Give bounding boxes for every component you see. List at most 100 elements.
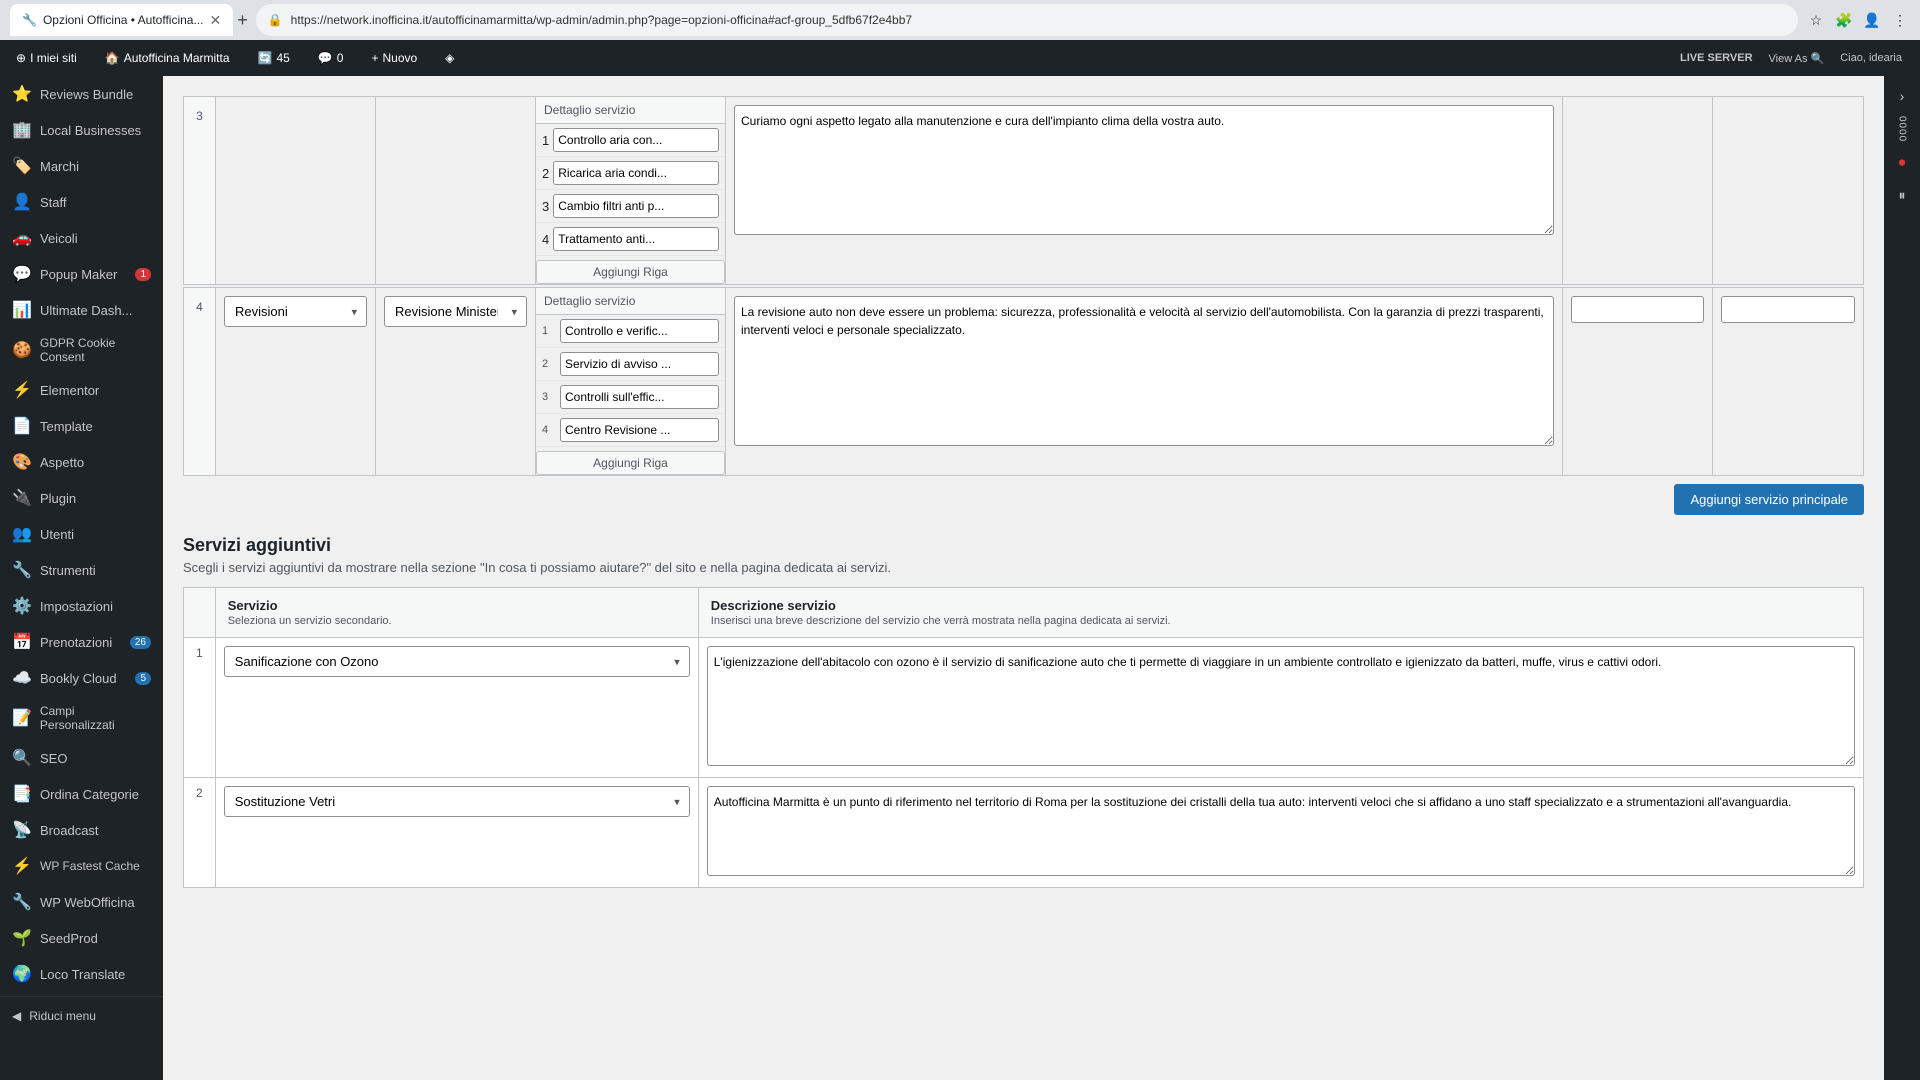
seo-icon: 🔍 — [12, 748, 32, 768]
marchi-icon: 🏷️ — [12, 156, 32, 176]
dettaglio-input-4-2[interactable] — [560, 352, 719, 376]
row2-descrizione-cell: Autofficina Marmitta è un punto di rifer… — [698, 778, 1863, 888]
ultimate-dash-icon: 📊 — [12, 300, 32, 320]
section4-row: 4 Revisioni Revisione Ministeriale — [183, 287, 1864, 476]
right-panel-record-button[interactable]: ⏺ — [1895, 150, 1910, 175]
wp-admin-bar: ⊕ I miei siti 🏠 Autofficina Marmitta 🔄 4… — [0, 40, 1920, 76]
sidebar-item-impostazioni[interactable]: ⚙️ Impostazioni — [0, 588, 163, 624]
sidebar-item-reviews-bundle[interactable]: ⭐ Reviews Bundle — [0, 76, 163, 112]
sidebar-item-local-businesses[interactable]: 🏢 Local Businesses — [0, 112, 163, 148]
right-panel: › 0000 ⏺ ⏸ — [1884, 76, 1920, 1080]
descrizione-textarea-3[interactable]: Curiamo ogni aspetto legato alla manuten… — [734, 105, 1554, 235]
servizi-aggiuntivi-desc: Scegli i servizi aggiuntivi da mostrare … — [183, 560, 1864, 575]
new-content-menu[interactable]: + Nuovo — [365, 40, 423, 76]
aggiungi-riga-3[interactable]: Aggiungi Riga — [536, 260, 725, 284]
row4-text-input-2[interactable] — [1721, 296, 1855, 323]
row4-text-input-1[interactable] — [1571, 296, 1704, 323]
row1-descrizione-textarea[interactable]: L'igienizzazione dell'abitacolo con ozon… — [707, 646, 1855, 766]
sidebar-label: Ultimate Dash... — [40, 303, 132, 318]
sidebar-item-wp-web-officina[interactable]: 🔧 WP WebOfficina — [0, 884, 163, 920]
right-panel-arrow-button[interactable]: › — [1896, 84, 1909, 108]
sidebar-item-popup-maker[interactable]: 💬 Popup Maker 1 — [0, 256, 163, 292]
right-panel-pause-button[interactable]: ⏸ — [1895, 183, 1910, 208]
sidebar-item-loco-translate[interactable]: 🌍 Loco Translate — [0, 956, 163, 992]
bookmarks-icon[interactable]: ☆ — [1806, 10, 1826, 30]
th-servizio-label: Servizio — [228, 598, 686, 613]
sidebar-item-veicoli[interactable]: 🚗 Veicoli — [0, 220, 163, 256]
dettaglio-input-4-1[interactable] — [560, 319, 719, 343]
dettaglio-input-3-2[interactable] — [553, 161, 719, 185]
sidebar-collapse-button[interactable]: ◀ Riduci menu — [0, 1001, 163, 1031]
extensions-icon[interactable]: 🧩 — [1834, 10, 1854, 30]
sidebar-label: Reviews Bundle — [40, 87, 133, 102]
sidebar-item-seo[interactable]: 🔍 SEO — [0, 740, 163, 776]
dettaglio-input-3-4[interactable] — [553, 227, 719, 251]
right-panel-dots: 0000 — [1897, 116, 1908, 142]
sidebar-label: Veicoli — [40, 231, 78, 246]
sidebar-item-gdpr[interactable]: 🍪 GDPR Cookie Consent — [0, 328, 163, 372]
row3-content: Dettaglio servizio 1 2 3 4 — [215, 96, 1864, 285]
template-icon: 📄 — [12, 416, 32, 436]
sidebar-item-aspetto[interactable]: 🎨 Aspetto — [0, 444, 163, 480]
row2-descrizione-textarea[interactable]: Autofficina Marmitta è un punto di rifer… — [707, 786, 1855, 876]
site-name-menu[interactable]: 🏠 Autofficina Marmitta — [99, 40, 236, 76]
sottocategoria-select[interactable]: Revisione Ministeriale — [384, 296, 527, 327]
row-number-4: 4 — [183, 287, 215, 476]
row1-descrizione-cell: L'igienizzazione dell'abitacolo con ozon… — [698, 638, 1863, 778]
sidebar-item-wp-fastest-cache[interactable]: ⚡ WP Fastest Cache — [0, 848, 163, 884]
sidebar-item-prenotazioni[interactable]: 📅 Prenotazioni 26 — [0, 624, 163, 660]
th-servizio: Servizio Seleziona un servizio secondari… — [215, 588, 698, 638]
dettaglio-row-3-4: 4 — [536, 223, 725, 256]
dettaglio-header-4: Dettaglio servizio — [536, 288, 725, 315]
profile-icon[interactable]: 👤 — [1862, 10, 1882, 30]
sidebar-label: Strumenti — [40, 563, 96, 578]
sidebar-item-elementor[interactable]: ⚡ Elementor — [0, 372, 163, 408]
categoria-select[interactable]: Revisioni — [224, 296, 367, 327]
tab-favicon: 🔧 — [22, 13, 37, 27]
address-bar[interactable]: 🔒 https://network.inofficina.it/autoffic… — [256, 4, 1798, 36]
dettaglio-input-4-3[interactable] — [560, 385, 719, 409]
sidebar-item-strumenti[interactable]: 🔧 Strumenti — [0, 552, 163, 588]
menu-icon[interactable]: ⋮ — [1890, 10, 1910, 30]
sidebar-item-broadcast[interactable]: 📡 Broadcast — [0, 812, 163, 848]
sidebar-item-ultimate-dash[interactable]: 📊 Ultimate Dash... — [0, 292, 163, 328]
comments-menu[interactable]: 💬 0 — [312, 40, 350, 76]
dettaglio-input-3-1[interactable] — [553, 128, 719, 152]
table-row-2: 2 Sostituzione Vetri Autofficina Marmitt… — [184, 778, 1864, 888]
section3-row: 3 Dettaglio servizio 1 2 — [183, 96, 1864, 285]
browser-tab-active[interactable]: 🔧 Opzioni Officina • Autofficina... ✕ — [10, 4, 233, 36]
popup-maker-icon: 💬 — [12, 264, 32, 284]
aggiungi-riga-4[interactable]: Aggiungi Riga — [536, 451, 725, 475]
sidebar-item-campi-personalizzati[interactable]: 📝 Campi Personalizzati — [0, 696, 163, 740]
sidebar-item-plugin[interactable]: 🔌 Plugin — [0, 480, 163, 516]
sidebar-item-marchi[interactable]: 🏷️ Marchi — [0, 148, 163, 184]
sidebar-item-template[interactable]: 📄 Template — [0, 408, 163, 444]
row-num-2: 2 — [184, 778, 216, 888]
sidebar-label: Ordina Categorie — [40, 787, 139, 802]
my-sites-menu[interactable]: ⊕ I miei siti — [10, 40, 83, 76]
row1-servizio-select[interactable]: Sanificazione con Ozono — [224, 646, 690, 677]
view-as-label: View As 🔍 — [1769, 52, 1825, 65]
sidebar-item-staff[interactable]: 👤 Staff — [0, 184, 163, 220]
dettaglio-input-4-4[interactable] — [560, 418, 719, 442]
sidebar-item-ordina-categorie[interactable]: 📑 Ordina Categorie — [0, 776, 163, 812]
new-tab-button[interactable]: + — [237, 10, 248, 31]
aggiungi-servizio-principale-button[interactable]: Aggiungi servizio principale — [1674, 484, 1864, 515]
sottocategoria-select-container: Revisione Ministeriale — [384, 296, 527, 327]
collapse-arrow-icon: ◀ — [12, 1009, 21, 1023]
sidebar-item-seed-prod[interactable]: 🌱 SeedProd — [0, 920, 163, 956]
sidebar-item-utenti[interactable]: 👥 Utenti — [0, 516, 163, 552]
row3-extra2 — [1713, 97, 1863, 284]
updates-menu[interactable]: 🔄 45 — [252, 40, 296, 76]
sidebar-item-bookly-cloud[interactable]: ☁️ Bookly Cloud 5 — [0, 660, 163, 696]
row3-extra1 — [1563, 97, 1713, 284]
row2-servizio-cell: Sostituzione Vetri — [215, 778, 698, 888]
dettaglio-input-3-3[interactable] — [553, 194, 719, 218]
row2-servizio-select[interactable]: Sostituzione Vetri — [224, 786, 690, 817]
visual-composer-menu[interactable]: ◈ — [439, 40, 460, 76]
servizi-aggiuntivi-table: Servizio Seleziona un servizio secondari… — [183, 587, 1864, 888]
tab-close-button[interactable]: ✕ — [209, 12, 221, 29]
row4-input1-col — [1563, 288, 1713, 475]
descrizione-textarea-4[interactable]: La revisione auto non deve essere un pro… — [734, 296, 1554, 446]
impostazioni-icon: ⚙️ — [12, 596, 32, 616]
